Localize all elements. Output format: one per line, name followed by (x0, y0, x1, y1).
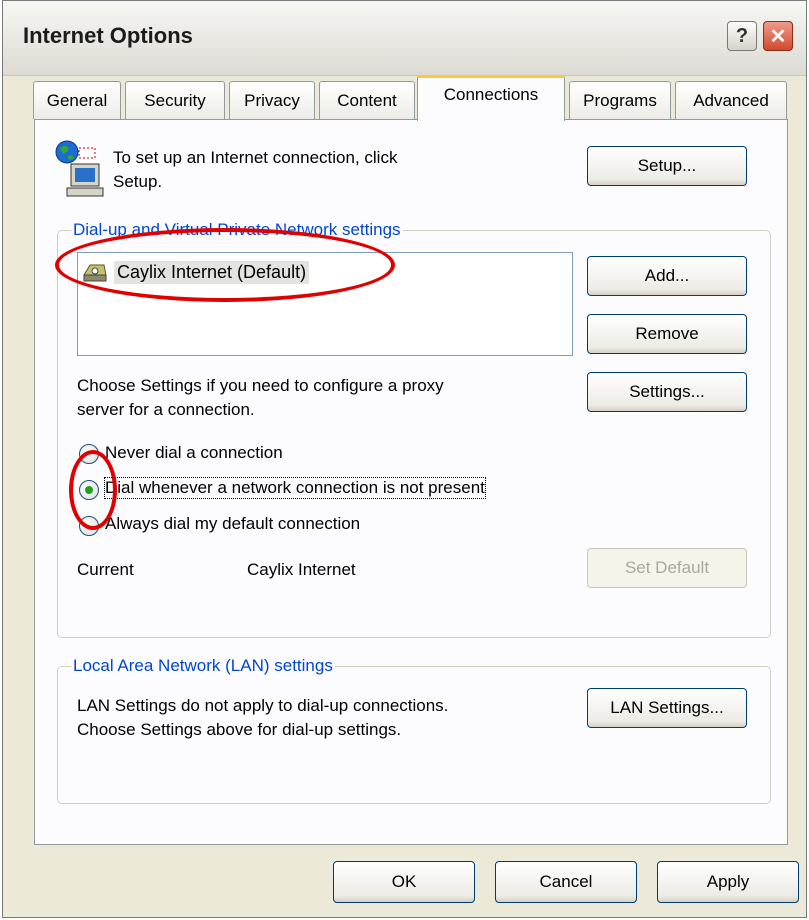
lan-group-label: Local Area Network (LAN) settings (71, 656, 335, 676)
tab-label: Programs (583, 90, 657, 110)
remove-button-label: Remove (635, 324, 699, 343)
tab-privacy[interactable]: Privacy (229, 81, 315, 119)
ok-button-label: OK (391, 872, 417, 891)
setup-button-label: Setup... (637, 156, 697, 175)
window-title: Internet Options (23, 23, 193, 48)
lan-settings-button[interactable]: LAN Settings... (587, 688, 747, 728)
setup-button[interactable]: Setup... (587, 146, 747, 186)
tab-label: General (46, 90, 108, 110)
setup-text-line1: To set up an Internet connection, click (113, 148, 398, 167)
network-connection-icon (53, 138, 107, 200)
tab-label: Security (144, 90, 206, 110)
settings-text-line1: Choose Settings if you need to configure… (77, 376, 444, 395)
close-icon: ✕ (769, 25, 787, 48)
internet-options-window: Internet Options ? ✕ General Security Pr… (2, 0, 807, 918)
settings-button[interactable]: Settings... (587, 372, 747, 412)
tab-connections[interactable]: Connections (417, 75, 565, 121)
current-label: Current (77, 560, 134, 579)
list-item[interactable]: Caylix Internet (Default) (82, 257, 382, 287)
settings-text-line2: server for a connection. (77, 400, 255, 419)
connections-panel: To set up an Internet connection, click … (34, 119, 788, 845)
lan-text-line1: LAN Settings do not apply to dial-up con… (77, 696, 449, 715)
never-dial-label: Never dial a connection (105, 443, 283, 462)
tab-general[interactable]: General (33, 81, 121, 119)
tab-programs[interactable]: Programs (569, 81, 671, 119)
cancel-button-label: Cancel (539, 872, 593, 891)
add-button-label: Add... (644, 266, 690, 285)
dialup-phone-icon (82, 261, 108, 283)
dial-whenever-radio[interactable] (79, 480, 99, 500)
apply-button-label: Apply (706, 872, 750, 891)
tab-content[interactable]: Content (319, 81, 415, 119)
remove-button[interactable]: Remove (587, 314, 747, 354)
help-button[interactable]: ? (727, 21, 757, 51)
ok-button[interactable]: OK (333, 861, 475, 903)
dialup-group-label: Dial-up and Virtual Private Network sett… (71, 220, 403, 240)
always-dial-label: Always dial my default connection (105, 514, 361, 533)
lan-text-line2: Choose Settings above for dial-up settin… (77, 720, 402, 739)
connections-list[interactable]: Caylix Internet (Default) (77, 252, 573, 356)
apply-button[interactable]: Apply (657, 861, 799, 903)
connection-name: Caylix Internet (Default) (114, 260, 310, 284)
close-button[interactable]: ✕ (763, 21, 793, 51)
cancel-button[interactable]: Cancel (495, 861, 637, 903)
add-button[interactable]: Add... (587, 256, 747, 296)
settings-button-label: Settings... (629, 382, 705, 401)
tab-advanced[interactable]: Advanced (675, 81, 787, 119)
tab-label: Content (337, 90, 397, 110)
title-bar[interactable]: Internet Options ? ✕ (3, 1, 806, 76)
tab-label: Advanced (693, 90, 769, 110)
tab-security[interactable]: Security (125, 81, 225, 119)
tab-label: Privacy (244, 90, 300, 110)
always-dial-radio[interactable] (79, 516, 99, 536)
dial-whenever-label: Dial whenever a network connection is no… (104, 477, 486, 499)
current-value: Caylix Internet (247, 560, 356, 579)
lan-settings-button-label: LAN Settings... (610, 698, 724, 717)
never-dial-radio[interactable] (79, 444, 99, 464)
setup-text-line2: Setup. (113, 172, 163, 191)
tab-label: Connections (443, 84, 539, 104)
help-icon: ? (735, 24, 749, 47)
set-default-button[interactable]: Set Default (587, 548, 747, 588)
set-default-button-label: Set Default (624, 558, 710, 577)
